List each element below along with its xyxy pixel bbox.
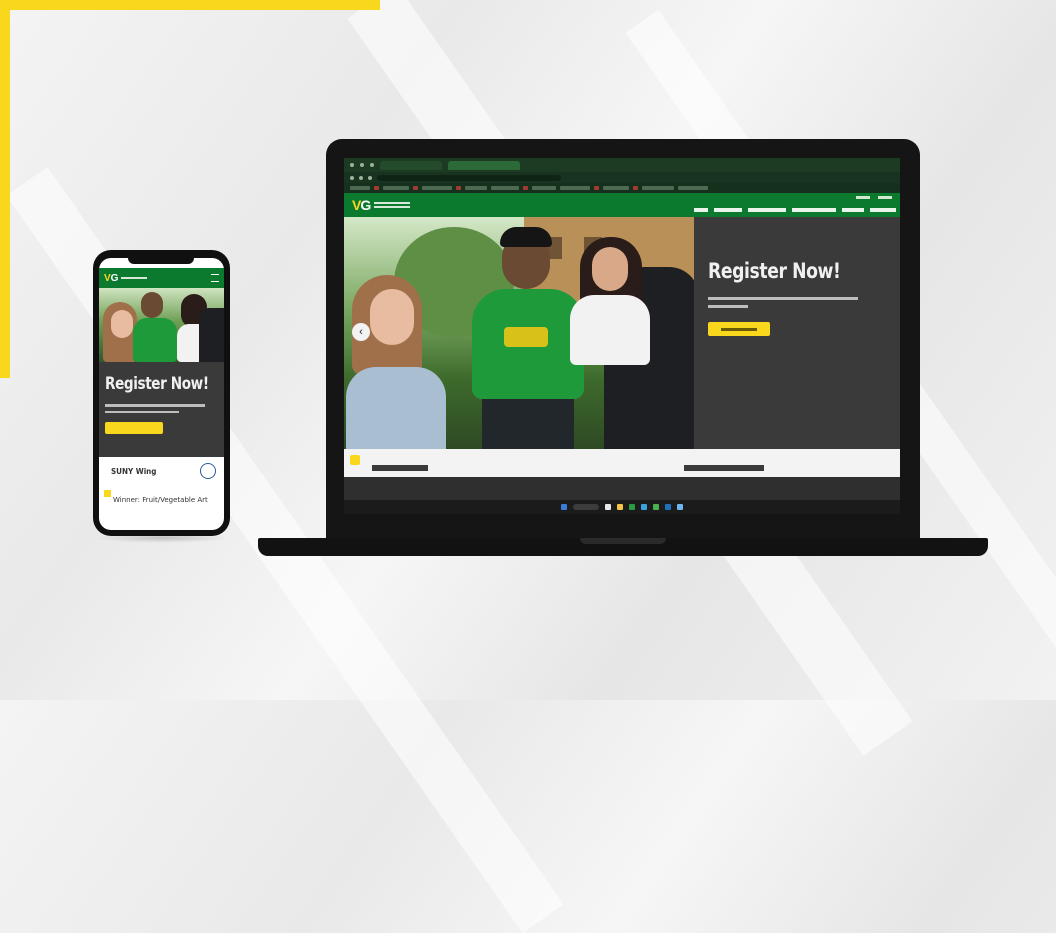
logo-wordmark bbox=[121, 277, 148, 279]
bookmark-icon bbox=[413, 186, 418, 190]
bookmark[interactable] bbox=[491, 186, 519, 190]
hamburger-menu-icon[interactable] bbox=[211, 274, 219, 282]
url-input[interactable] bbox=[377, 174, 561, 181]
utility-link[interactable] bbox=[856, 196, 870, 199]
bookmark[interactable] bbox=[678, 186, 708, 190]
bookmark[interactable] bbox=[465, 186, 487, 190]
bookmark[interactable] bbox=[603, 186, 629, 190]
browser-tab-bar bbox=[344, 158, 900, 172]
nav-item[interactable] bbox=[694, 208, 708, 212]
laptop-hinge-notch bbox=[580, 538, 666, 544]
os-taskbar bbox=[344, 500, 900, 514]
window-control-icon[interactable] bbox=[360, 163, 364, 167]
accessibility-badge-icon[interactable] bbox=[200, 463, 216, 479]
phone-screen: VG Register Now! SUNY Wing Winner: Fruit… bbox=[99, 258, 224, 530]
site-logo[interactable]: VG bbox=[352, 197, 411, 213]
bookmark-icon bbox=[374, 186, 379, 190]
nav-item[interactable] bbox=[792, 208, 836, 212]
start-icon[interactable] bbox=[561, 504, 567, 510]
section-heading bbox=[372, 465, 428, 471]
card-subtitle: Winner: Fruit/Vegetable Art bbox=[113, 496, 208, 504]
carousel-prev-icon[interactable]: ‹ bbox=[352, 323, 370, 341]
bookmark[interactable] bbox=[422, 186, 452, 190]
section-icon bbox=[350, 455, 360, 465]
bookmark[interactable] bbox=[532, 186, 556, 190]
yellow-accent-corner bbox=[370, 0, 380, 10]
hero-title: Register Now! bbox=[708, 259, 841, 283]
content-section bbox=[344, 449, 900, 477]
bookmark[interactable] bbox=[350, 186, 370, 190]
bookmark[interactable] bbox=[383, 186, 409, 190]
card-icon bbox=[104, 490, 111, 497]
bookmarks-bar bbox=[344, 183, 900, 193]
hero-carousel: ‹ Register Now! bbox=[344, 217, 900, 449]
register-button[interactable] bbox=[708, 322, 770, 336]
main-navigation bbox=[694, 208, 896, 212]
utility-links bbox=[856, 196, 892, 199]
bookmark-icon bbox=[456, 186, 461, 190]
yellow-accent-left bbox=[0, 0, 10, 378]
bookmark-icon bbox=[633, 186, 638, 190]
nav-item[interactable] bbox=[870, 208, 896, 212]
phone-hero-panel: Register Now! bbox=[99, 362, 224, 457]
card-title: SUNY Wing bbox=[111, 467, 157, 476]
phone-site-header: VG bbox=[99, 268, 224, 288]
browser-tab-active[interactable] bbox=[448, 160, 520, 170]
student-shirt bbox=[346, 367, 446, 449]
bookmark-icon bbox=[523, 186, 528, 190]
utility-link[interactable] bbox=[878, 196, 892, 199]
task-view-icon[interactable] bbox=[605, 504, 611, 510]
bookmark[interactable] bbox=[642, 186, 674, 190]
browser-tab[interactable] bbox=[380, 160, 442, 170]
edge-icon[interactable] bbox=[641, 504, 647, 510]
browser-address-bar bbox=[344, 172, 900, 183]
phone-content-card: SUNY Wing Winner: Fruit/Vegetable Art bbox=[99, 457, 224, 530]
shirt-print bbox=[504, 327, 548, 347]
student-hair bbox=[500, 227, 552, 247]
app-icon[interactable] bbox=[665, 504, 671, 510]
nav-item[interactable] bbox=[842, 208, 864, 212]
site-header: VG bbox=[344, 193, 900, 217]
reload-icon[interactable] bbox=[368, 175, 372, 180]
logo-mark: VG bbox=[352, 197, 371, 213]
taskbar-search[interactable] bbox=[573, 504, 599, 510]
nav-item[interactable] bbox=[714, 208, 742, 212]
phone-site-logo[interactable]: VG bbox=[104, 273, 118, 284]
phone-hero-title: Register Now! bbox=[105, 374, 209, 394]
hero-text-line bbox=[105, 404, 205, 407]
hero-text-line bbox=[708, 305, 748, 308]
forward-icon[interactable] bbox=[359, 175, 363, 180]
chrome-icon[interactable] bbox=[653, 504, 659, 510]
student-face bbox=[370, 289, 414, 345]
logo-letter-g: G bbox=[110, 272, 119, 284]
app-icon[interactable] bbox=[677, 504, 683, 510]
nav-item[interactable] bbox=[748, 208, 786, 212]
hero-text-line bbox=[105, 410, 179, 413]
laptop-screen: VG ‹ Register Now! bbox=[344, 158, 900, 514]
section-heading bbox=[684, 465, 764, 471]
student-face bbox=[592, 247, 628, 291]
window-control-icon[interactable] bbox=[370, 163, 374, 167]
student-pants bbox=[482, 399, 574, 449]
bookmark[interactable] bbox=[560, 186, 590, 190]
logo-letter-v: V bbox=[104, 272, 111, 284]
hero-text-line bbox=[708, 297, 858, 300]
yellow-accent-top bbox=[0, 0, 380, 10]
phone-notch bbox=[128, 256, 194, 264]
file-explorer-icon[interactable] bbox=[617, 504, 623, 510]
logo-wordmark bbox=[374, 202, 411, 208]
phone-register-button[interactable] bbox=[105, 422, 163, 434]
window-control-icon[interactable] bbox=[350, 163, 354, 167]
student-white-shirt bbox=[570, 295, 650, 365]
hero-panel: Register Now! bbox=[694, 217, 900, 449]
hero-image: ‹ bbox=[344, 217, 694, 449]
back-icon[interactable] bbox=[350, 175, 354, 180]
bookmark-icon bbox=[594, 186, 599, 190]
logo-letter-g: G bbox=[360, 197, 371, 213]
phone-hero-image bbox=[99, 288, 224, 362]
app-icon[interactable] bbox=[629, 504, 635, 510]
